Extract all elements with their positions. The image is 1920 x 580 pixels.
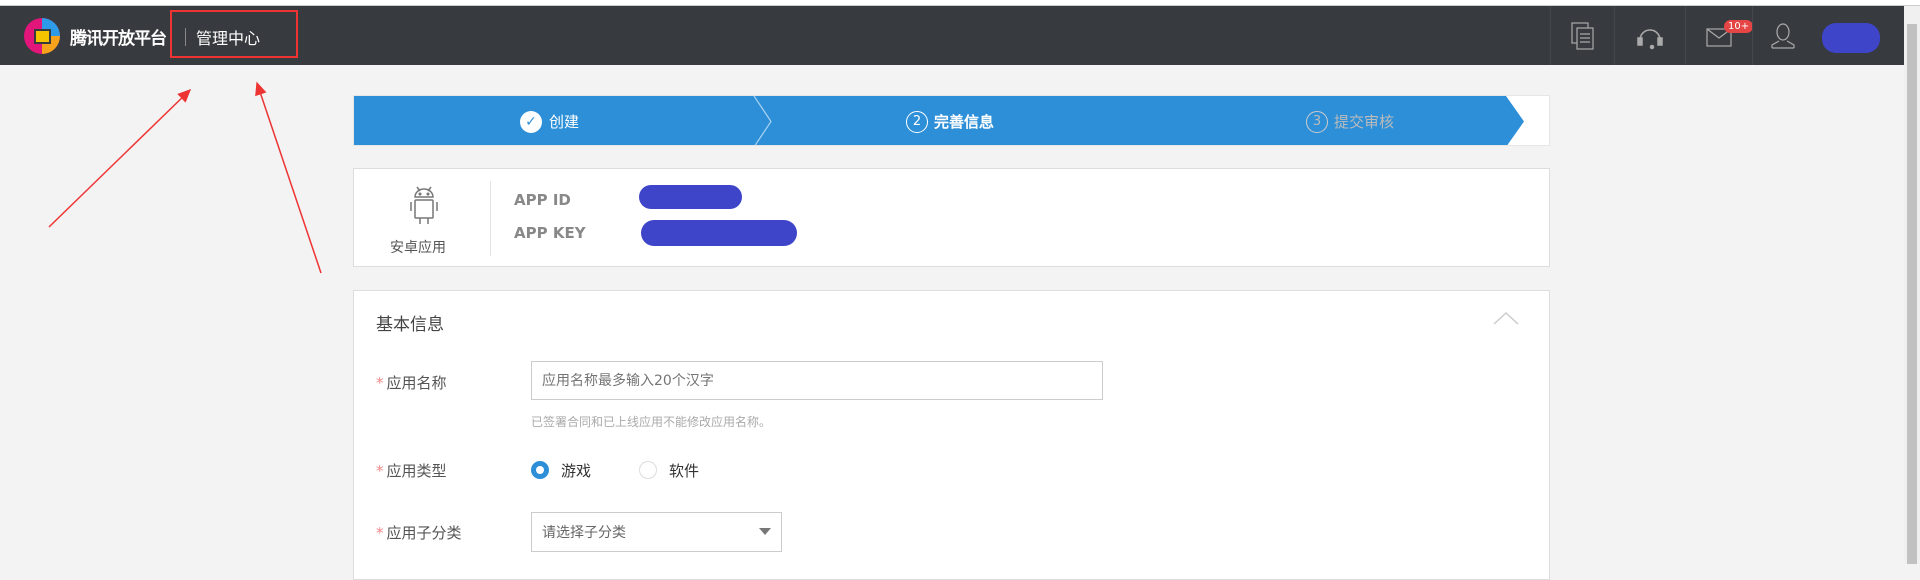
redacted-app-id [639, 185, 742, 209]
annotation-box [170, 10, 298, 58]
redacted-username [1822, 23, 1880, 53]
app-key-label: APP KEY [514, 224, 586, 242]
redacted-app-key [641, 220, 797, 246]
radio-game-label[interactable]: 游戏 [561, 460, 591, 481]
app-type-label: * 应用类型 [376, 460, 447, 481]
documents-button[interactable] [1550, 6, 1614, 65]
step-label: 创建 [549, 113, 580, 131]
radio-software[interactable] [639, 461, 657, 479]
radio-game[interactable] [531, 461, 549, 479]
step-submit-review: 3 提交审核 [1306, 96, 1395, 145]
app-info-card: 安卓应用 APP ID APP KEY [353, 168, 1550, 267]
step-number: 3 [1306, 110, 1328, 133]
brand-name[interactable]: 腾讯开放平台 [70, 24, 167, 49]
tencent-open-logo[interactable] [22, 16, 62, 56]
step-label: 提交审核 [1334, 113, 1395, 131]
label-text: 应用子分类 [386, 524, 462, 542]
progress-steps: ✓ 创建 2 完善信息 3 提交审核 [353, 95, 1550, 146]
label-text: 应用名称 [386, 374, 447, 392]
platform-label: 安卓应用 [390, 240, 446, 256]
required-mark: * [376, 374, 384, 392]
dropdown-caret-icon [759, 528, 771, 535]
support-button[interactable] [1614, 6, 1685, 65]
headset-icon [1637, 28, 1663, 49]
app-subcategory-label: * 应用子分类 [376, 522, 462, 543]
basic-info-card: 基本信息 *应用名称 已签署合同和已上线应用不能修改应用名称。 *应用类型 游戏… [353, 290, 1550, 580]
page-scrollbar[interactable] [1904, 6, 1920, 564]
app-name-label: * 应用名称 [376, 372, 447, 393]
required-mark: * [376, 524, 384, 542]
required-mark: * [376, 462, 384, 480]
label-text: 应用类型 [386, 462, 447, 480]
divider [490, 181, 491, 256]
unread-badge: 10+ [1724, 20, 1754, 33]
radio-software-label[interactable]: 软件 [669, 460, 699, 481]
app-name-hint: 已签署合同和已上线应用不能修改应用名称。 [531, 415, 772, 429]
subcategory-select[interactable]: 请选择子分类 [531, 512, 782, 552]
step-complete-info: 2 完善信息 [906, 96, 995, 145]
app-name-input[interactable] [531, 361, 1103, 400]
annotation-arrow [255, 81, 322, 274]
section-title: 基本信息 [376, 315, 444, 335]
step-number: 2 [906, 110, 928, 133]
app-id-label: APP ID [514, 191, 571, 209]
check-circle-icon: ✓ [520, 110, 542, 133]
collapse-chevron-icon[interactable] [1492, 310, 1520, 326]
annotation-arrow [48, 88, 192, 228]
user-icon [1771, 22, 1795, 49]
android-icon [410, 186, 438, 224]
step-create: ✓ 创建 [520, 96, 580, 145]
messages-button[interactable]: 10+ [1685, 6, 1754, 65]
scrollbar-thumb[interactable] [1907, 24, 1917, 564]
documents-icon [1570, 21, 1594, 50]
select-value: 请选择子分类 [542, 525, 626, 541]
step-label: 完善信息 [934, 113, 995, 131]
